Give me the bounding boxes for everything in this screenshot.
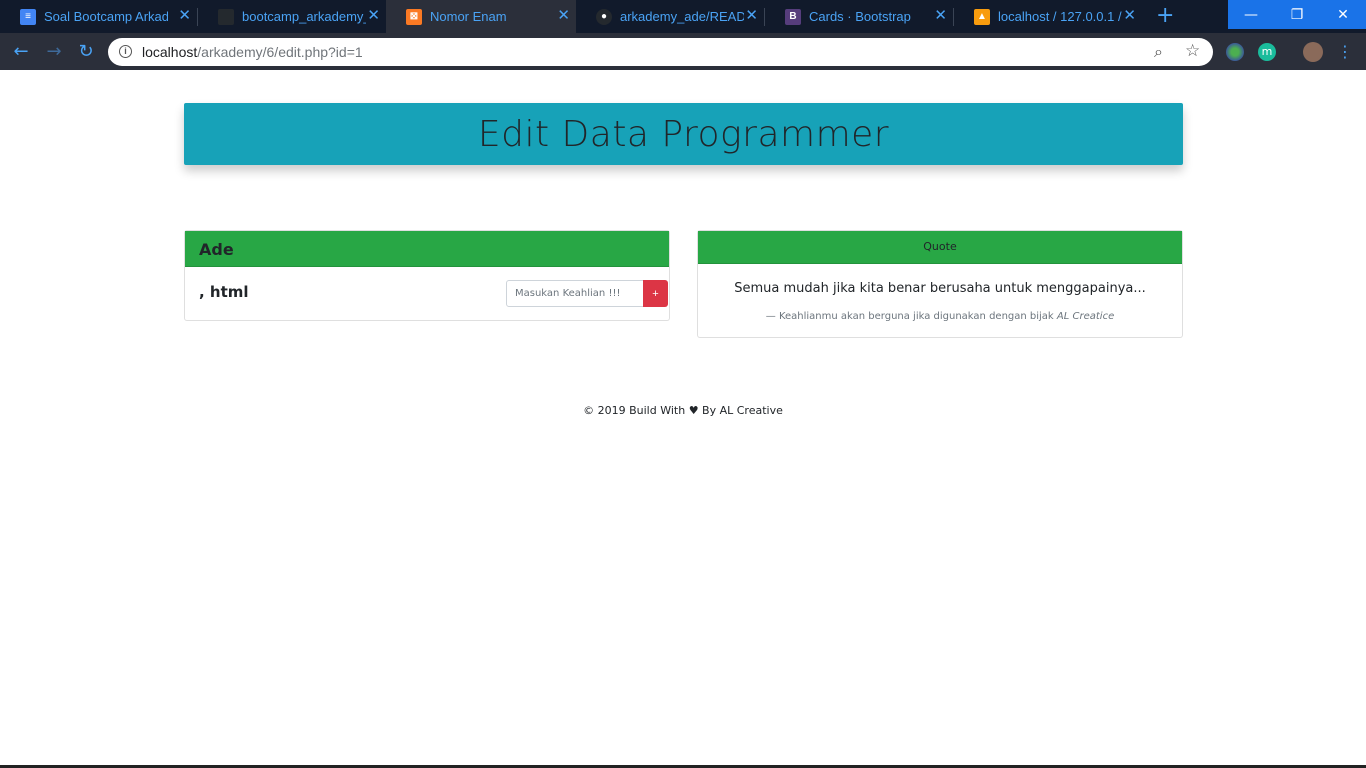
close-icon[interactable]: ✕ — [745, 8, 758, 24]
docs-icon: ≡ — [20, 8, 36, 25]
minimize-button[interactable]: — — [1228, 0, 1274, 29]
tab-title: Cards · Bootstrap — [809, 9, 911, 24]
tab-title: bootcamp_arkademy_ade — [242, 9, 366, 24]
zoom-icon[interactable]: ⌕ — [1154, 42, 1163, 62]
tab-title: localhost / 127.0.0.1 / arkademy — [998, 9, 1122, 24]
quote-text: Semua mudah jika kita benar berusaha unt… — [734, 281, 1146, 296]
back-button[interactable]: ← — [10, 41, 32, 63]
quote-cite: AL Creatice — [1056, 311, 1115, 322]
quote-card: Quote Semua mudah jika kita benar berusa… — [697, 230, 1183, 338]
page-title: Edit Data Programmer — [477, 113, 890, 155]
close-icon[interactable]: ✕ — [178, 8, 191, 24]
tab-cards-bootstrap[interactable]: B Cards · Bootstrap ✕ — [765, 0, 953, 33]
add-skill-button[interactable]: + — [643, 280, 668, 307]
tab-readme[interactable]: ● arkademy_ade/README.md ✕ — [576, 0, 764, 33]
profile-avatar[interactable] — [1303, 42, 1323, 62]
url-path: /arkademy/6/edit.php?id=1 — [197, 44, 363, 60]
close-window-button[interactable]: ✕ — [1320, 0, 1366, 29]
tab-phpmyadmin[interactable]: ▲ localhost / 127.0.0.1 / arkademy ✕ — [954, 0, 1142, 33]
bootstrap-icon: B — [785, 8, 801, 25]
github-icon — [218, 8, 234, 25]
tab-nomor-enam[interactable]: ⊠ Nomor Enam ✕ — [386, 0, 576, 33]
close-icon[interactable]: ✕ — [1123, 8, 1136, 24]
info-icon[interactable]: i — [119, 45, 132, 58]
extension-icon[interactable] — [1226, 43, 1244, 61]
tab-title: Nomor Enam — [430, 9, 507, 24]
reload-button[interactable]: ↻ — [75, 41, 97, 63]
programmer-name: Ade — [185, 231, 669, 267]
forward-button[interactable]: → — [43, 41, 65, 63]
page-header: Edit Data Programmer — [184, 103, 1183, 165]
url-host: localhost — [142, 44, 198, 60]
github-icon: ● — [596, 8, 612, 25]
tab-soal-bootcamp[interactable]: ≡ Soal Bootcamp Arkademy ✕ — [0, 0, 197, 33]
close-icon[interactable]: ✕ — [557, 8, 570, 24]
phpmyadmin-icon: ▲ — [974, 8, 990, 25]
extension-m-icon[interactable]: m — [1258, 43, 1276, 61]
address-bar[interactable]: i localhost/arkademy/6/edit.php?id=1 ⌕ ☆ — [108, 38, 1213, 66]
new-tab-button[interactable]: + — [1156, 5, 1174, 27]
url-text[interactable]: localhost/arkademy/6/edit.php?id=1 — [142, 44, 363, 60]
quote-footer-text: — Keahlianmu akan berguna jika digunakan… — [765, 311, 1057, 322]
tab-bootcamp-arkademy[interactable]: bootcamp_arkademy_ade ✕ — [198, 0, 386, 33]
tab-title: Soal Bootcamp Arkademy — [44, 9, 168, 24]
xampp-icon: ⊠ — [406, 8, 422, 25]
tab-title: arkademy_ade/README.md — [620, 9, 744, 24]
page-footer: © 2019 Build With ♥ By AL Creative — [583, 404, 783, 417]
menu-icon[interactable]: ⋮ — [1334, 41, 1356, 63]
quote-footer: — Keahlianmu akan berguna jika digunakan… — [698, 311, 1182, 322]
restore-button[interactable]: ❐ — [1274, 0, 1320, 29]
skill-input[interactable] — [506, 280, 644, 307]
close-icon[interactable]: ✕ — [367, 8, 380, 24]
skills-text: , html — [199, 283, 249, 301]
programmer-card: Ade , html + — [184, 230, 670, 321]
bookmark-star-icon[interactable]: ☆ — [1185, 41, 1200, 61]
close-icon[interactable]: ✕ — [934, 8, 947, 24]
quote-header: Quote — [698, 231, 1182, 264]
